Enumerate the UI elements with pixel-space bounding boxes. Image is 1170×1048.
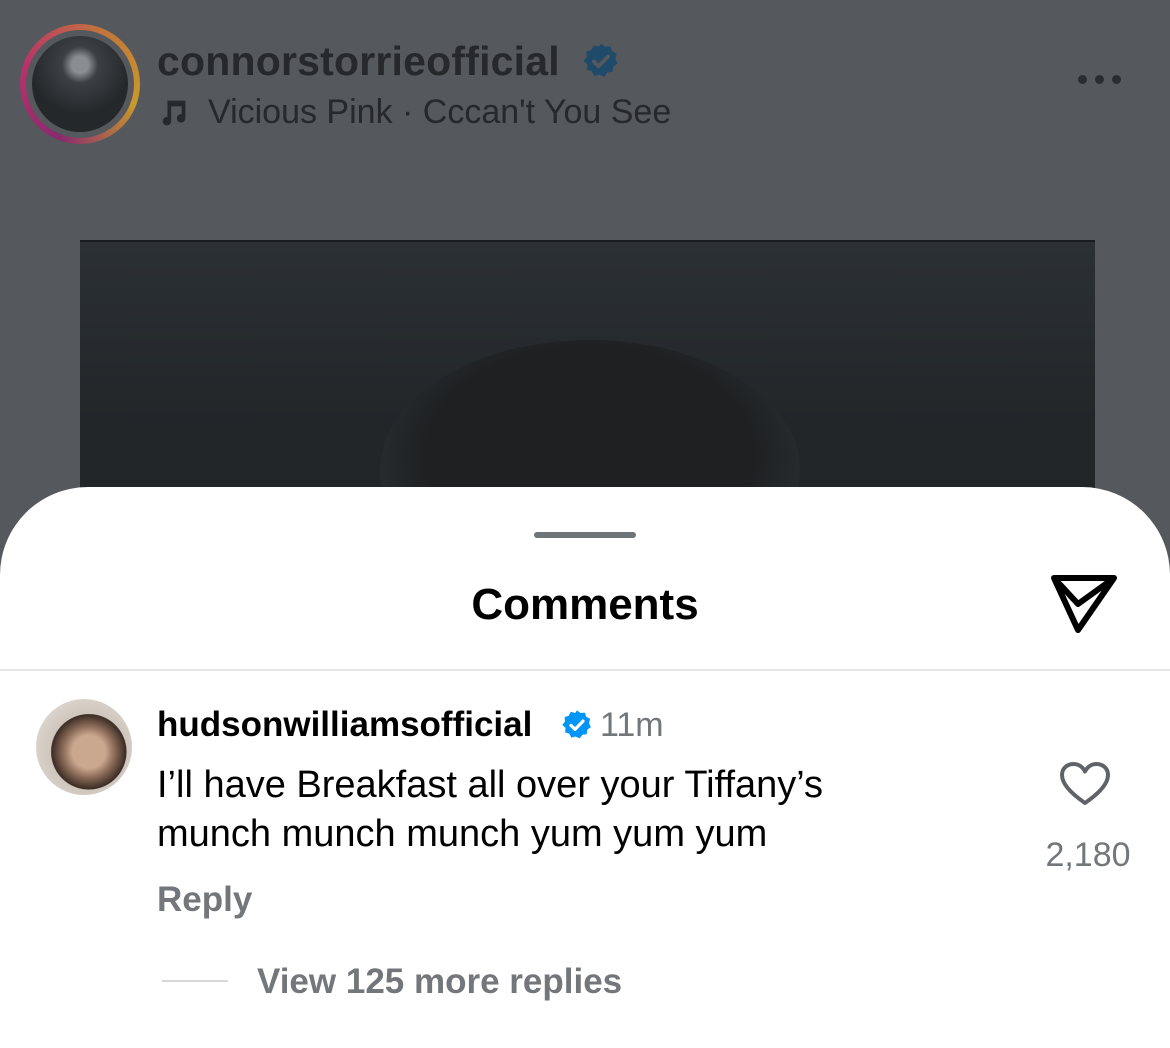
post-photo[interactable]	[80, 240, 1095, 600]
music-note-icon	[157, 95, 191, 134]
view-replies-button[interactable]: View 125 more replies	[257, 962, 622, 1002]
like-count: 2,180	[1045, 836, 1131, 874]
sheet-title: Comments	[471, 580, 699, 629]
more-options-icon[interactable]	[1078, 75, 1121, 84]
sheet-grabber[interactable]	[534, 532, 636, 538]
post-header: connorstorrieofficial Vicious Pink · Ccc…	[0, 0, 1170, 162]
reply-button[interactable]: Reply	[157, 880, 252, 920]
comment-avatar[interactable]	[36, 699, 132, 795]
comments-sheet: Comments hudsonwilliamsofficial 11m I’ll…	[0, 487, 1170, 1048]
post-username[interactable]: connorstorrieofficial	[157, 38, 560, 85]
story-ring[interactable]	[20, 24, 140, 144]
music-track[interactable]: Vicious Pink · Cccan't You See	[208, 93, 671, 132]
replies-divider-line	[162, 980, 228, 982]
comment-username[interactable]: hudsonwilliamsofficial	[157, 705, 532, 745]
verified-badge-icon	[561, 709, 593, 746]
verified-badge-icon	[582, 42, 620, 85]
comment-text: I’ll have Breakfast all over your Tiffan…	[157, 761, 1017, 859]
comment-timestamp: 11m	[600, 706, 664, 744]
comment-text-line: munch munch munch yum yum yum	[157, 813, 768, 855]
send-icon[interactable]	[1048, 572, 1120, 641]
heart-icon[interactable]	[1059, 761, 1111, 812]
header-divider	[0, 669, 1170, 671]
profile-avatar[interactable]	[32, 36, 128, 132]
comment-text-line: I’ll have Breakfast all over your Tiffan…	[157, 764, 824, 806]
